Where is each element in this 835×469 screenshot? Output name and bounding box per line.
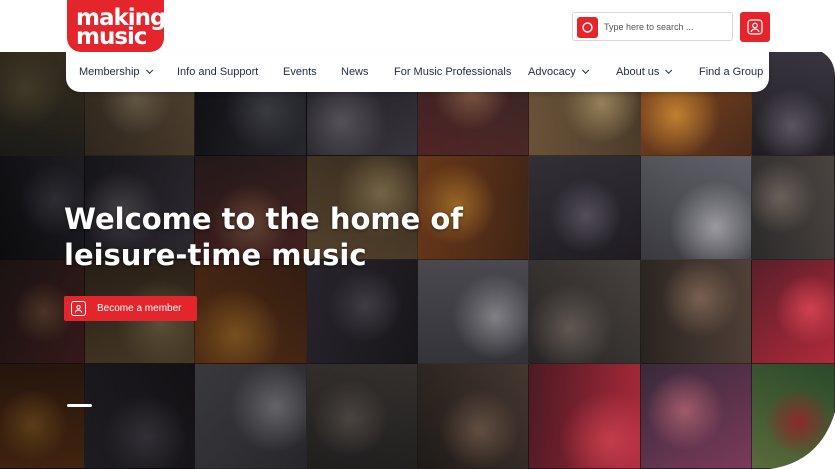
nav-label: Membership (79, 66, 140, 78)
nav-news[interactable]: News (341, 66, 369, 78)
account-button[interactable] (740, 12, 770, 42)
chevron-down-icon (581, 66, 589, 74)
nav-label: For Music Professionals (394, 66, 512, 78)
nav-info-and-support[interactable]: Info and Support (177, 66, 258, 78)
nav-events[interactable]: Events (283, 66, 317, 78)
making-music-logo[interactable]: making music (67, 0, 167, 52)
chevron-down-icon (145, 66, 153, 74)
search-input[interactable] (604, 18, 728, 36)
nav-label: Events (283, 66, 317, 78)
nav-label: Find a Group (699, 66, 764, 78)
nav-advocacy[interactable]: Advocacy (528, 66, 589, 78)
chevron-down-icon (665, 66, 673, 74)
page: making music Membership Info and Support… (0, 0, 835, 469)
nav-label: News (341, 66, 369, 78)
nav-find-a-group[interactable]: Find a Group (699, 66, 763, 78)
nav-label: Advocacy (528, 66, 576, 78)
search-box (572, 12, 733, 41)
main-navigation: Membership Info and Support Events News … (66, 52, 769, 92)
nav-about-us[interactable]: About us (616, 66, 673, 78)
nav-label: About us (616, 66, 660, 78)
header-bar: making music (0, 0, 835, 52)
slide-indicator[interactable] (67, 404, 92, 407)
nav-membership[interactable]: Membership (79, 66, 153, 78)
nav-for-music-professionals[interactable]: For Music Professionals (394, 66, 511, 78)
hero-headline: Welcome to the home of leisure-time musi… (64, 202, 463, 272)
nav-label: Info and Support (177, 66, 259, 78)
user-icon (71, 301, 86, 316)
become-member-button[interactable]: Become a member (64, 296, 197, 321)
user-icon (747, 19, 763, 35)
search-icon[interactable] (577, 17, 598, 38)
become-member-label: Become a member (97, 303, 182, 314)
